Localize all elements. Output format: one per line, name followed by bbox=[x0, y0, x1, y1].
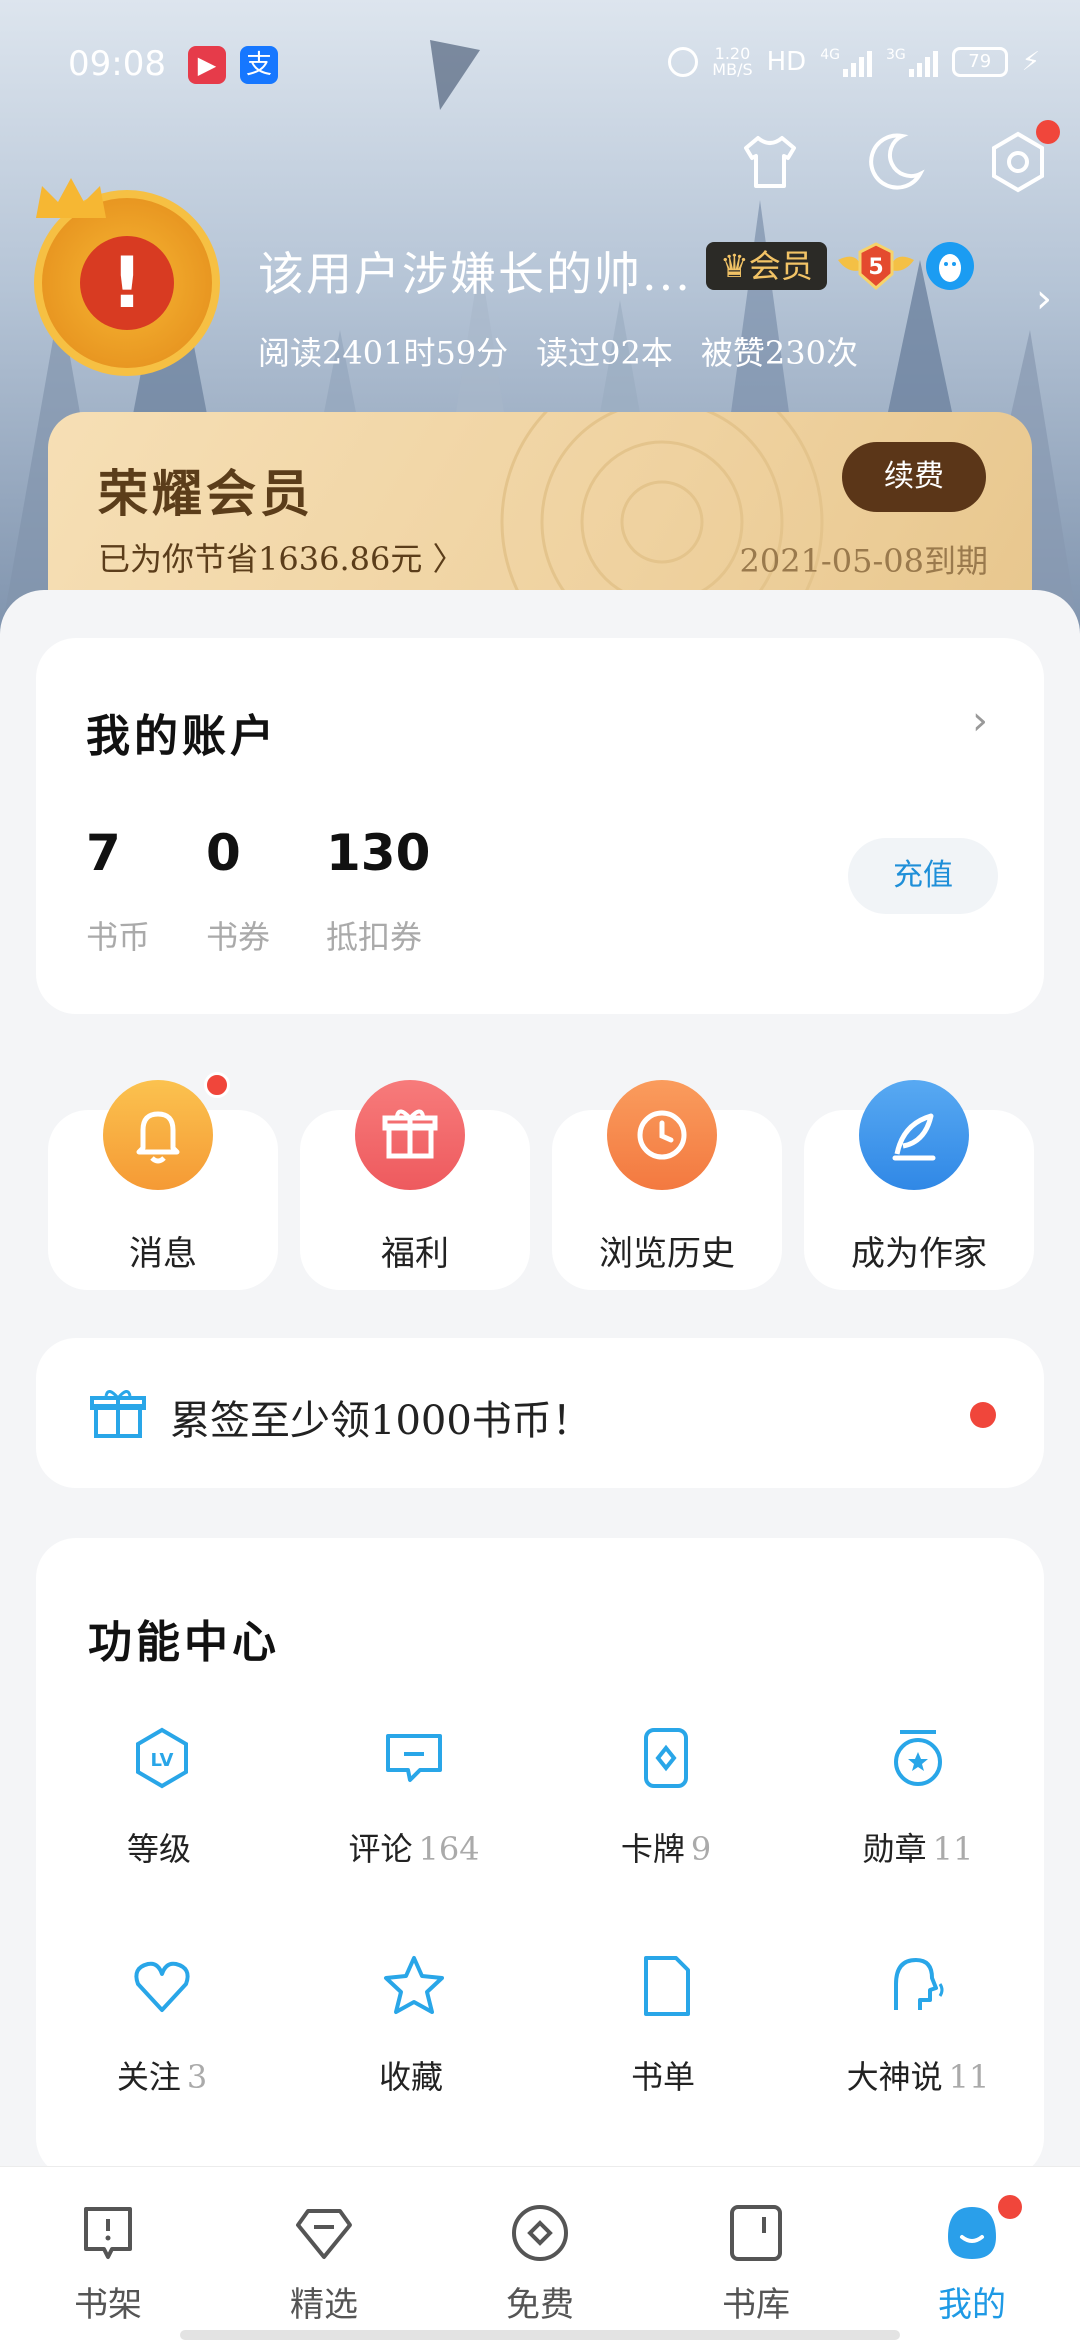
account-coupons[interactable]: 130 抵扣券 bbox=[326, 824, 430, 958]
status-bar: 09:08 ▶ 支 1.20 MB/S HD 4G 3G 79 ⚡ bbox=[0, 40, 1080, 90]
network-speed: 1.20 MB/S bbox=[712, 44, 753, 79]
quick-action-become-writer[interactable]: 成为作家 bbox=[804, 1080, 1034, 1290]
alarm-icon bbox=[668, 47, 699, 77]
alipay-notification-icon: 支 bbox=[240, 46, 278, 84]
function-cards[interactable]: 卡牌 9 bbox=[540, 1726, 792, 1870]
feather-icon bbox=[859, 1080, 969, 1190]
account-chevron-icon[interactable]: › bbox=[972, 698, 988, 744]
account-coins[interactable]: 7 书币 bbox=[86, 824, 150, 958]
read-time-stat: 阅读2401时59分 bbox=[258, 334, 509, 372]
settings-badge-dot bbox=[1036, 120, 1060, 144]
function-medals[interactable]: 勋章 11 bbox=[792, 1726, 1044, 1870]
svg-text:LV: LV bbox=[151, 1750, 174, 1771]
level-wings-badge[interactable]: 5 bbox=[838, 240, 914, 292]
messages-badge-dot bbox=[204, 1072, 230, 1098]
author-talk-icon bbox=[894, 1958, 944, 2010]
bottom-navigation: 书架 精选 免费 书库 我的 bbox=[0, 2166, 1080, 2340]
profile-chevron-right-icon[interactable]: › bbox=[1036, 276, 1052, 322]
function-favorites[interactable]: 收藏 bbox=[288, 1954, 540, 2098]
likes-stat: 被赞230次 bbox=[700, 334, 858, 372]
function-author-talk[interactable]: 大神说 11 bbox=[792, 1954, 1044, 2098]
comment-icon bbox=[386, 1734, 442, 1782]
account-title: 我的账户 bbox=[86, 711, 278, 762]
function-center-card: 功能中心 LV 等级 评论164 卡牌9 勋章11 关注3 收藏 书单 bbox=[36, 1538, 1044, 2178]
function-booklist[interactable]: 书单 bbox=[540, 1954, 792, 2098]
clock-icon bbox=[607, 1080, 717, 1190]
video-app-notification-icon: ▶ bbox=[188, 46, 226, 84]
function-center-title: 功能中心 bbox=[88, 1617, 280, 1668]
card-wood-rings-decoration bbox=[500, 412, 824, 612]
membership-card[interactable]: 荣耀会员 已为你节省1636.86元 〉 2021-05-08到期 续费 bbox=[48, 412, 1032, 612]
status-time: 09:08 bbox=[68, 44, 166, 84]
quick-action-history[interactable]: 浏览历史 bbox=[552, 1080, 782, 1290]
hd-indicator: HD bbox=[766, 47, 807, 77]
card-icon bbox=[644, 1728, 688, 1788]
nav-free[interactable]: 免费 bbox=[432, 2167, 648, 2340]
signin-banner[interactable]: 累签至少领1000书币！ bbox=[36, 1338, 1044, 1488]
avatar-alert-icon: ! bbox=[80, 236, 174, 330]
library-icon bbox=[730, 2205, 782, 2261]
membership-savings-link[interactable]: 已为你节省1636.86元 〉 bbox=[98, 534, 465, 580]
recharge-button[interactable]: 充值 bbox=[848, 838, 998, 914]
profile-icon bbox=[948, 2207, 996, 2259]
function-level[interactable]: LV 等级 bbox=[36, 1726, 288, 1870]
signal-3g-icon: 3G bbox=[886, 47, 938, 77]
signin-badge-dot bbox=[970, 1402, 996, 1428]
qq-penguin-icon[interactable] bbox=[926, 242, 974, 290]
quick-action-welfare[interactable]: 福利 bbox=[300, 1080, 530, 1290]
signal-4g-icon: 4G bbox=[820, 47, 872, 77]
gift-icon bbox=[355, 1080, 465, 1190]
skin-shirt-icon[interactable] bbox=[738, 130, 802, 194]
level-icon: LV bbox=[136, 1727, 188, 1789]
nav-featured[interactable]: 精选 bbox=[216, 2167, 432, 2340]
home-indicator[interactable] bbox=[180, 2330, 900, 2340]
charging-icon: ⚡ bbox=[1021, 47, 1040, 77]
featured-icon bbox=[296, 2209, 352, 2259]
username[interactable]: 该用户涉嫌长的帅... bbox=[258, 238, 692, 304]
membership-title: 荣耀会员 bbox=[98, 464, 314, 523]
medal-icon bbox=[894, 1730, 942, 1786]
quick-action-messages[interactable]: 消息 bbox=[48, 1072, 278, 1290]
bell-icon bbox=[103, 1080, 213, 1190]
header-actions bbox=[738, 120, 1060, 194]
books-read-stat: 读过92本 bbox=[536, 334, 673, 372]
account-vouchers[interactable]: 0 书券 bbox=[206, 824, 270, 958]
vip-badge[interactable]: ♛会员 bbox=[706, 242, 827, 290]
status-indicators: 1.20 MB/S HD 4G 3G 79 ⚡ bbox=[668, 46, 1040, 78]
gift-outline-icon bbox=[90, 1390, 146, 1438]
main-content: 我的账户 › 7 书币 0 书券 130 抵扣券 充值 消息 福利 浏览历史 成… bbox=[0, 590, 1080, 2178]
svg-text:5: 5 bbox=[868, 255, 883, 280]
reading-stats: 阅读2401时59分 读过92本 被赞230次 bbox=[258, 328, 858, 374]
nav-profile[interactable]: 我的 bbox=[864, 2167, 1080, 2340]
nav-library[interactable]: 书库 bbox=[648, 2167, 864, 2340]
settings-gear-icon[interactable] bbox=[986, 120, 1060, 194]
battery-icon: 79 bbox=[951, 47, 1008, 77]
night-mode-moon-icon[interactable] bbox=[862, 130, 926, 194]
free-icon bbox=[512, 2205, 568, 2261]
star-icon bbox=[384, 1956, 444, 2014]
function-following[interactable]: 关注 3 bbox=[36, 1954, 288, 2098]
signin-text: 累签至少领1000书币！ bbox=[170, 1398, 592, 1444]
bookshelf-icon bbox=[84, 2207, 132, 2259]
account-card[interactable]: 我的账户 › 7 书币 0 书券 130 抵扣券 充值 bbox=[36, 638, 1044, 1014]
renew-button[interactable]: 续费 bbox=[842, 442, 986, 512]
avatar-crown-icon bbox=[36, 178, 106, 218]
heart-icon bbox=[134, 1961, 190, 2012]
membership-expiry: 2021-05-08到期 bbox=[739, 542, 988, 580]
profile-badge-dot bbox=[998, 2195, 1022, 2219]
nav-bookshelf[interactable]: 书架 bbox=[0, 2167, 216, 2340]
function-comments[interactable]: 评论 164 bbox=[288, 1726, 540, 1870]
booklist-icon bbox=[644, 1956, 690, 2016]
